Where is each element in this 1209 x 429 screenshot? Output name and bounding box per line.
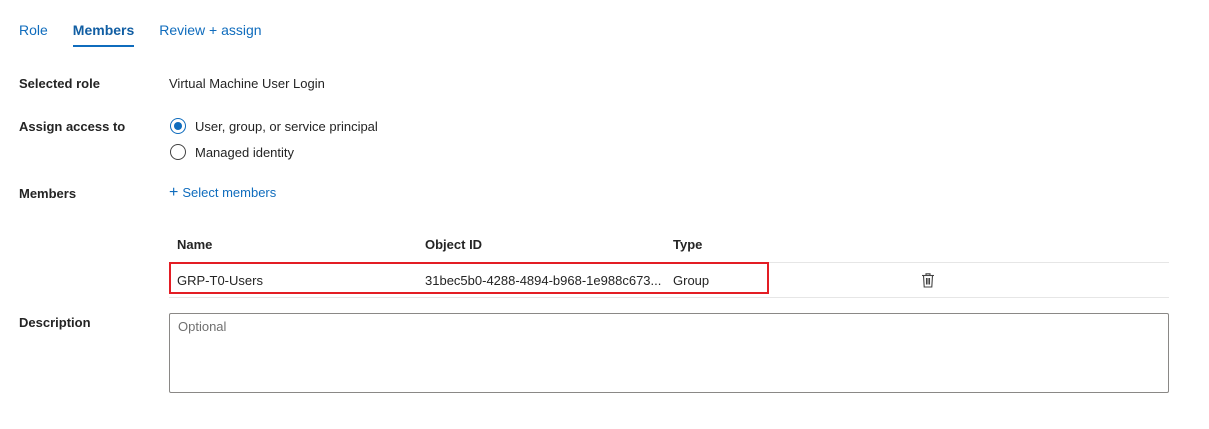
members-label: Members: [19, 186, 77, 201]
select-members-label: Select members: [182, 185, 277, 200]
assign-access-label: Assign access to: [19, 119, 126, 134]
member-name: GRP-T0-Users: [177, 273, 263, 288]
tab-role[interactable]: Role: [19, 21, 48, 47]
radio-unchecked-icon[interactable]: [170, 144, 186, 160]
member-type: Group: [673, 273, 710, 288]
column-header-object-id: Object ID: [425, 237, 483, 252]
description-label: Description: [19, 315, 91, 330]
tab-members[interactable]: Members: [72, 21, 135, 47]
add-role-assignment-members-page: Role Members Review + assign Selected ro…: [0, 0, 1209, 429]
column-header-name: Name: [177, 237, 213, 252]
selected-role-label: Selected role: [19, 76, 100, 91]
tab-bar: Role Members Review + assign: [19, 21, 287, 47]
plus-icon: +: [169, 183, 179, 201]
radio-managed-identity[interactable]: Managed identity: [170, 144, 294, 160]
select-members-link[interactable]: + Select members: [169, 183, 277, 201]
radio-checked-icon[interactable]: [170, 118, 186, 134]
members-table-header: Name Object ID Type: [169, 230, 1169, 263]
radio-managed-identity-label: Managed identity: [195, 144, 295, 160]
radio-user-group-sp[interactable]: User, group, or service principal: [170, 118, 378, 134]
selected-role-value: Virtual Machine User Login: [169, 76, 325, 91]
member-object-id: 31bec5b0-4288-4894-b968-1e988c673...: [425, 273, 662, 288]
radio-user-group-sp-label: User, group, or service principal: [195, 118, 378, 134]
column-header-type: Type: [673, 237, 703, 252]
tab-review-assign[interactable]: Review + assign: [159, 21, 261, 47]
trash-icon[interactable]: [921, 272, 935, 288]
table-row: GRP-T0-Users 31bec5b0-4288-4894-b968-1e9…: [169, 263, 1169, 298]
description-input[interactable]: [169, 313, 1169, 393]
